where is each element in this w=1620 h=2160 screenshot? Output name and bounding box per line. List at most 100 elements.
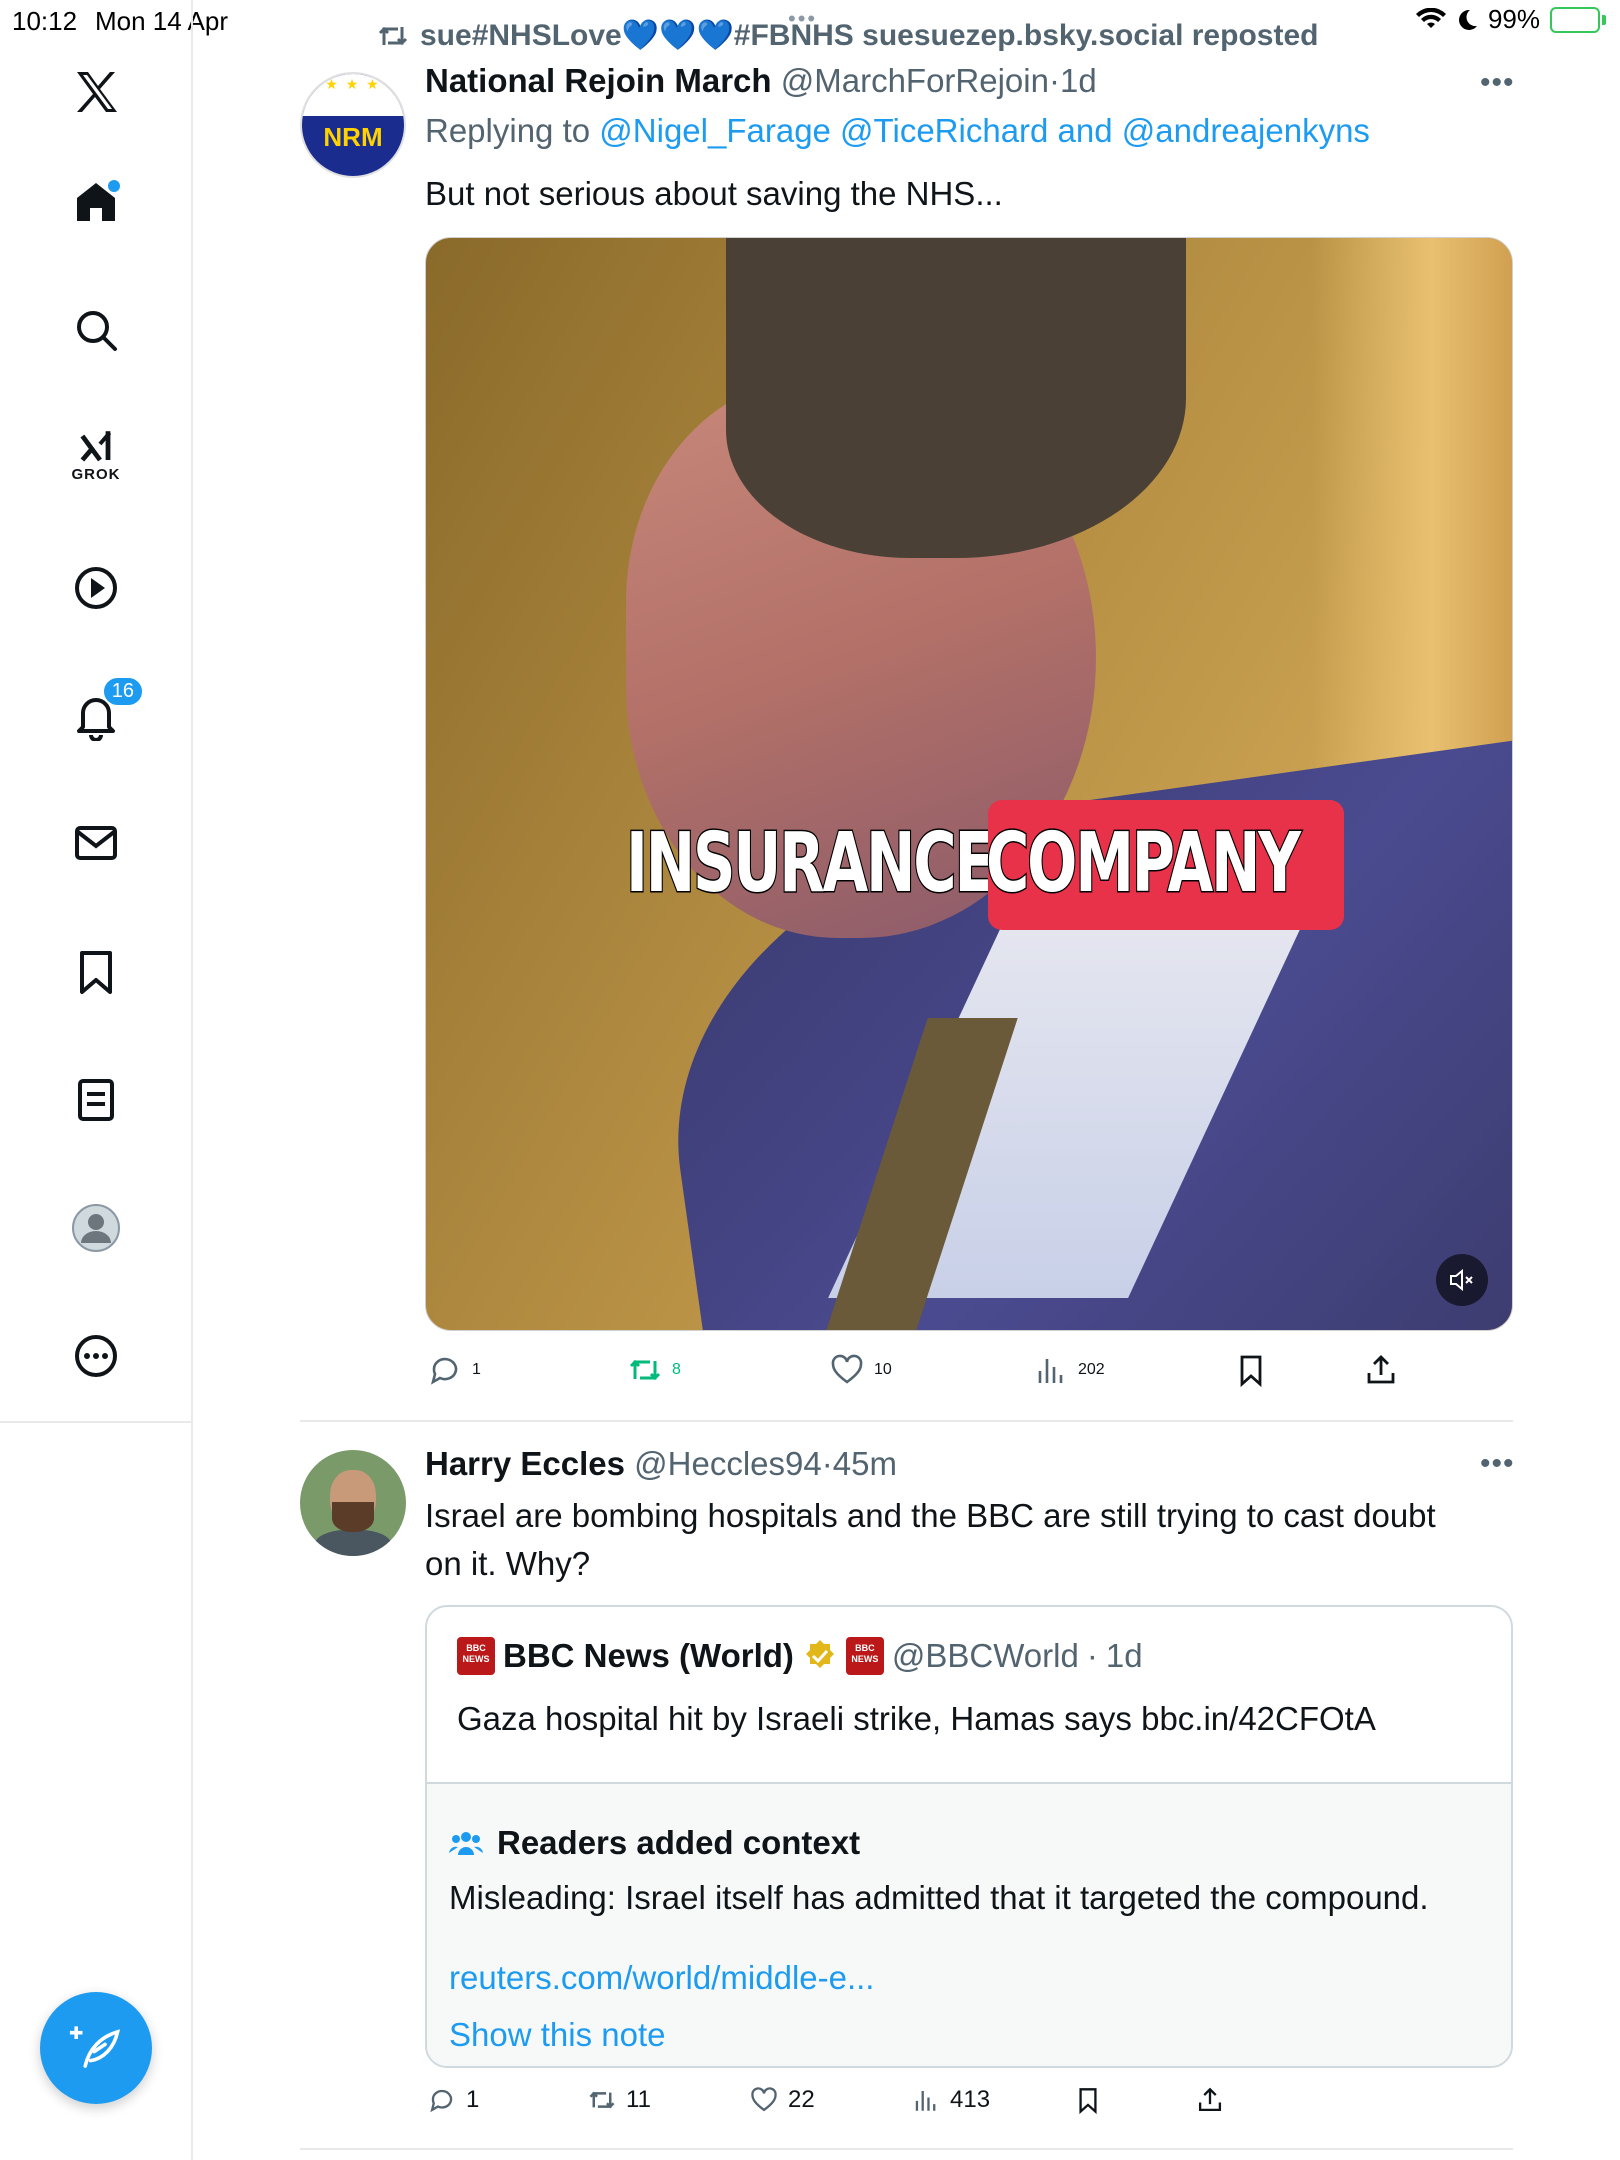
more-options-icon[interactable]: ••• — [1480, 1447, 1515, 1481]
sidebar-item-bookmarks[interactable] — [56, 932, 136, 1012]
reply-handles[interactable]: @Nigel_Farage @TiceRichard and @andreaje… — [599, 112, 1370, 149]
like-count: 10 — [874, 1361, 892, 1378]
display-name[interactable]: National Rejoin March — [425, 62, 772, 99]
moon-icon — [1458, 9, 1477, 30]
views-button[interactable]: 202 — [1034, 1353, 1105, 1387]
sidebar-item-explore[interactable] — [56, 290, 136, 370]
avatar[interactable]: ★ ★ ★ ★ ★ NRM — [300, 72, 406, 178]
tweet-header: Harry Eccles @Heccles94·45m — [425, 1445, 897, 1483]
replying-to: Replying to @Nigel_Farage @TiceRichard a… — [425, 112, 1370, 150]
speaker-muted-icon — [1450, 1268, 1473, 1292]
bookmark-icon — [80, 951, 112, 994]
quote-timestamp: 1d — [1105, 1637, 1143, 1674]
repost-indicator[interactable]: sue#NHSLove💙💙💙#FBNHS suesuezep.bsky.soci… — [378, 18, 1318, 53]
like-button[interactable]: 22 — [750, 2086, 815, 2114]
notification-badge: 16 — [101, 676, 144, 707]
community-note-title: Readers added context — [449, 1824, 860, 1862]
profile-icon — [72, 1204, 120, 1252]
sidebar-item-home[interactable] — [56, 162, 136, 242]
list-icon — [78, 1079, 114, 1121]
avatar-logo-text: NRM — [323, 122, 383, 152]
share-icon — [1198, 2087, 1222, 2112]
bookmark-button[interactable] — [1074, 2086, 1102, 2114]
share-button[interactable] — [1364, 1353, 1398, 1387]
quote-header: BBC NEWS BBC News (World) BBC NEWS @BBCWor… — [457, 1637, 1143, 1675]
separator: · — [821, 1445, 833, 1482]
video-player[interactable]: INSURANCE COMPANY — [425, 237, 1513, 1331]
repost-icon — [629, 1359, 661, 1381]
search-icon — [77, 311, 117, 351]
like-count: 22 — [788, 2086, 815, 2113]
separator: · — [1086, 1637, 1098, 1674]
bookmark-icon — [1240, 1355, 1262, 1387]
sidebar-item-profile[interactable] — [56, 1188, 136, 1268]
more-icon — [75, 1335, 117, 1377]
more-options-icon[interactable]: ••• — [1480, 66, 1515, 100]
battery-icon — [1550, 6, 1606, 33]
show-note-link[interactable]: Show this note — [449, 2016, 665, 2054]
sidebar-item-notifications[interactable]: 16 — [56, 676, 144, 756]
x-logo-icon[interactable] — [56, 52, 136, 132]
quoted-tweet[interactable]: BBC NEWS BBC News (World) BBC NEWS @BBCWor… — [425, 1605, 1513, 2068]
bbc-logo-icon: BBC NEWS — [845, 1637, 884, 1675]
status-right: 99% — [1415, 4, 1606, 35]
quote-display-name[interactable]: BBC News (World) — [503, 1637, 794, 1675]
heart-icon — [831, 1354, 863, 1384]
timestamp[interactable]: 1d — [1060, 62, 1097, 99]
mute-button[interactable] — [1436, 1254, 1488, 1306]
wifi-icon — [1415, 7, 1446, 28]
battery-percent: 99% — [1487, 4, 1540, 34]
sidebar-item-messages[interactable] — [56, 803, 136, 883]
reply-button[interactable]: 1 — [428, 2086, 479, 2114]
analytics-icon — [1038, 1359, 1063, 1383]
share-button[interactable] — [1196, 2086, 1224, 2114]
bookmark-icon — [1079, 2088, 1097, 2114]
share-icon — [1367, 1355, 1395, 1384]
compose-button[interactable] — [40, 1992, 152, 2104]
like-button[interactable]: 10 — [830, 1353, 892, 1387]
handle[interactable]: @MarchForRejoin — [781, 62, 1049, 99]
reply-count: 1 — [472, 1361, 481, 1378]
stars-icon: ★ ★ ★ ★ ★ — [304, 76, 402, 92]
handle[interactable]: @Heccles94 — [634, 1445, 822, 1482]
replying-label: Replying to — [425, 112, 591, 149]
repost-count: 8 — [672, 1361, 681, 1378]
sidebar-item-more[interactable] — [56, 1316, 136, 1396]
bookmark-button[interactable] — [1234, 1353, 1268, 1387]
caption-word-1: INSURANCE — [625, 815, 996, 913]
tweet-text: Israel are bombing hospitals and the BBC… — [425, 1492, 1525, 1588]
repost-icon — [378, 26, 408, 45]
bbc-logo-icon: BBC NEWS — [457, 1637, 495, 1675]
community-note: Readers added context Misleading: Israel… — [427, 1782, 1511, 2066]
video-caption: INSURANCE COMPANY — [625, 800, 1344, 930]
play-icon — [75, 567, 117, 609]
mail-icon — [75, 826, 117, 860]
reply-button[interactable]: 1 — [428, 1353, 481, 1387]
tweet-divider — [300, 2148, 1513, 2150]
quote-handle[interactable]: @BBCWorld — [892, 1637, 1079, 1675]
verified-gold-icon — [805, 1640, 834, 1668]
repost-button[interactable]: 11 — [588, 2086, 651, 2114]
timestamp[interactable]: 45m — [833, 1445, 897, 1482]
community-note-body: Misleading: Israel itself has admitted t… — [449, 1879, 1429, 1916]
views-button[interactable]: 413 — [912, 2086, 990, 2114]
sidebar-item-videos[interactable] — [56, 548, 136, 628]
community-note-link[interactable]: reuters.com/world/middle-e... — [449, 1959, 874, 1997]
tweet-text-line-1: Israel are bombing hospitals and the BBC… — [425, 1497, 1436, 1534]
tweet-header: National Rejoin March @MarchForRejoin·1d — [425, 62, 1097, 100]
sidebar-item-grok[interactable]: GROK — [56, 415, 136, 495]
tweet-text: But not serious about saving the NHS... — [425, 175, 1003, 212]
quote-text: Gaza hospital hit by Israeli strike, Ham… — [457, 1700, 1376, 1737]
sidebar-divider — [0, 1421, 193, 1423]
tweet-divider — [300, 1420, 1513, 1422]
grok-label: GROK — [71, 465, 121, 483]
reply-count: 1 — [466, 2086, 480, 2113]
repost-count: 11 — [626, 2086, 651, 2113]
repost-icon — [589, 2091, 615, 2109]
avatar[interactable] — [300, 1450, 406, 1556]
people-icon — [449, 1832, 483, 1855]
repost-button[interactable]: 8 — [628, 1353, 681, 1387]
display-name[interactable]: Harry Eccles — [425, 1445, 625, 1482]
sidebar-item-lists[interactable] — [56, 1060, 136, 1140]
heart-icon — [751, 2087, 777, 2112]
